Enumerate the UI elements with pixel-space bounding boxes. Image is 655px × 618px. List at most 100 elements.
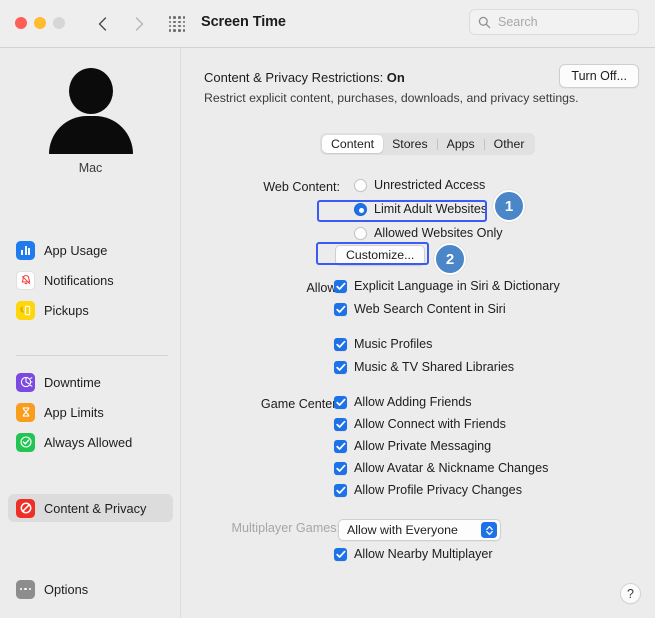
window-toolbar: Screen Time Search	[0, 0, 655, 48]
checkbox-icon[interactable]	[334, 338, 347, 351]
checkbox-icon[interactable]	[334, 462, 347, 475]
restrictions-subtitle: Restrict explicit content, purchases, do…	[204, 91, 579, 105]
downtime-icon	[16, 373, 35, 392]
chevron-left-icon	[97, 16, 108, 32]
sidebar-item-label: Downtime	[44, 375, 101, 390]
web-content-label: Web Content:	[200, 180, 340, 194]
multiplayer-games-dropdown[interactable]: Allow with Everyone	[338, 519, 501, 541]
search-icon	[478, 16, 491, 29]
radio-label: Unrestricted Access	[374, 178, 485, 192]
sidebar-item-label: Always Allowed	[44, 435, 132, 450]
tab-stores[interactable]: Stores	[383, 135, 437, 153]
radio-button-icon[interactable]	[354, 179, 367, 192]
search-input[interactable]: Search	[498, 10, 538, 34]
highlight-box-limit-adult-websites	[317, 200, 487, 222]
window-title: Screen Time	[201, 14, 286, 30]
sidebar-item-downtime[interactable]: Downtime	[8, 368, 173, 396]
checkbox-allow-profile-privacy-changes[interactable]: Allow Profile Privacy Changes	[334, 483, 522, 497]
app-grid-icon[interactable]	[167, 14, 187, 34]
content-category-tabs: Content Stores Apps Other	[320, 133, 535, 155]
multiplayer-games-selected-value: Allow with Everyone	[347, 520, 458, 540]
restrictions-status-value: On	[387, 70, 405, 85]
checkbox-icon[interactable]	[334, 303, 347, 316]
annotation-badge-1: 1	[493, 190, 525, 222]
checkbox-label: Allow Private Messaging	[354, 439, 491, 453]
radio-button-icon[interactable]	[354, 227, 367, 240]
checkbox-allow-avatar-nickname-changes[interactable]: Allow Avatar & Nickname Changes	[334, 461, 548, 475]
sidebar-item-label: App Usage	[44, 243, 107, 258]
chevron-up-down-icon[interactable]	[481, 522, 497, 538]
tab-other[interactable]: Other	[485, 135, 534, 153]
back-button[interactable]	[90, 12, 114, 36]
always-allowed-icon	[16, 433, 35, 452]
notifications-icon	[16, 271, 35, 290]
checkbox-label: Allow Adding Friends	[354, 395, 472, 409]
tab-apps[interactable]: Apps	[438, 135, 484, 153]
help-button[interactable]: ?	[620, 583, 641, 604]
checkbox-explicit-language-siri[interactable]: Explicit Language in Siri & Dictionary	[334, 279, 560, 293]
checkbox-label: Music & TV Shared Libraries	[354, 360, 514, 374]
checkbox-label: Allow Nearby Multiplayer	[354, 547, 493, 561]
user-profile-block: Mac	[0, 66, 181, 175]
radio-unrestricted-access[interactable]: Unrestricted Access	[354, 178, 485, 192]
sidebar-item-notifications[interactable]: Notifications	[8, 266, 173, 294]
checkbox-icon[interactable]	[334, 440, 347, 453]
checkbox-allow-connect-with-friends[interactable]: Allow Connect with Friends	[334, 417, 506, 431]
checkbox-label: Allow Profile Privacy Changes	[354, 483, 522, 497]
checkbox-label: Allow Avatar & Nickname Changes	[354, 461, 548, 475]
screen-time-window: Screen Time Search Mac App Usage	[0, 0, 655, 618]
checkbox-icon[interactable]	[334, 548, 347, 561]
checkbox-icon[interactable]	[334, 280, 347, 293]
main-content-pane: Content & Privacy Restrictions: On Restr…	[182, 48, 655, 618]
checkbox-label: Explicit Language in Siri & Dictionary	[354, 279, 560, 293]
options-icon	[16, 580, 35, 599]
sidebar-item-pickups[interactable]: Pickups	[8, 296, 173, 324]
sidebar-item-always-allowed[interactable]: Always Allowed	[8, 428, 173, 456]
checkbox-label: Web Search Content in Siri	[354, 302, 506, 316]
highlight-box-customize-button	[316, 242, 429, 265]
sidebar-item-content-privacy[interactable]: Content & Privacy	[8, 494, 173, 522]
pickups-icon	[16, 301, 35, 320]
forward-button[interactable]	[127, 12, 151, 36]
sidebar-item-options[interactable]: Options	[8, 575, 173, 603]
checkbox-web-search-content-siri[interactable]: Web Search Content in Siri	[334, 302, 506, 316]
tab-content[interactable]: Content	[322, 135, 383, 153]
turn-off-button[interactable]: Turn Off...	[559, 64, 639, 88]
radio-allowed-websites-only[interactable]: Allowed Websites Only	[354, 226, 503, 240]
user-name: Mac	[0, 161, 181, 175]
content-privacy-icon	[16, 499, 35, 518]
checkbox-icon[interactable]	[334, 361, 347, 374]
radio-label: Allowed Websites Only	[374, 226, 503, 240]
sidebar-item-label: Pickups	[44, 303, 89, 318]
minimize-window-button[interactable]	[34, 17, 46, 29]
maximize-window-button[interactable]	[53, 17, 65, 29]
chevron-right-icon	[134, 16, 145, 32]
restrictions-status-line: Content & Privacy Restrictions: On	[204, 70, 405, 85]
sidebar-item-app-usage[interactable]: App Usage	[8, 236, 173, 264]
multiplayer-games-label: Multiplayer Games:	[200, 521, 340, 535]
checkbox-allow-adding-friends[interactable]: Allow Adding Friends	[334, 395, 472, 409]
checkbox-icon[interactable]	[334, 396, 347, 409]
app-usage-icon	[16, 241, 35, 260]
checkbox-music-profiles[interactable]: Music Profiles	[334, 337, 432, 351]
game-center-label: Game Center:	[200, 397, 340, 411]
search-field[interactable]: Search	[469, 9, 639, 35]
sidebar: Mac App Usage Notifications	[0, 48, 181, 618]
checkbox-allow-nearby-multiplayer[interactable]: Allow Nearby Multiplayer	[334, 547, 493, 561]
sidebar-item-app-limits[interactable]: App Limits	[8, 398, 173, 426]
checkbox-icon[interactable]	[334, 418, 347, 431]
checkbox-music-tv-shared-libraries[interactable]: Music & TV Shared Libraries	[334, 360, 514, 374]
allow-label: Allow:	[200, 281, 340, 295]
sidebar-item-label: Content & Privacy	[44, 501, 146, 516]
sidebar-item-label: App Limits	[44, 405, 104, 420]
checkbox-label: Allow Connect with Friends	[354, 417, 506, 431]
sidebar-item-label: Notifications	[44, 273, 114, 288]
checkbox-allow-private-messaging[interactable]: Allow Private Messaging	[334, 439, 491, 453]
checkbox-icon[interactable]	[334, 484, 347, 497]
app-limits-icon	[16, 403, 35, 422]
close-window-button[interactable]	[15, 17, 27, 29]
annotation-badge-2: 2	[434, 243, 466, 275]
person-avatar-icon	[45, 66, 137, 158]
restrictions-title: Content & Privacy Restrictions:	[204, 70, 387, 85]
sidebar-item-label: Options	[44, 582, 88, 597]
